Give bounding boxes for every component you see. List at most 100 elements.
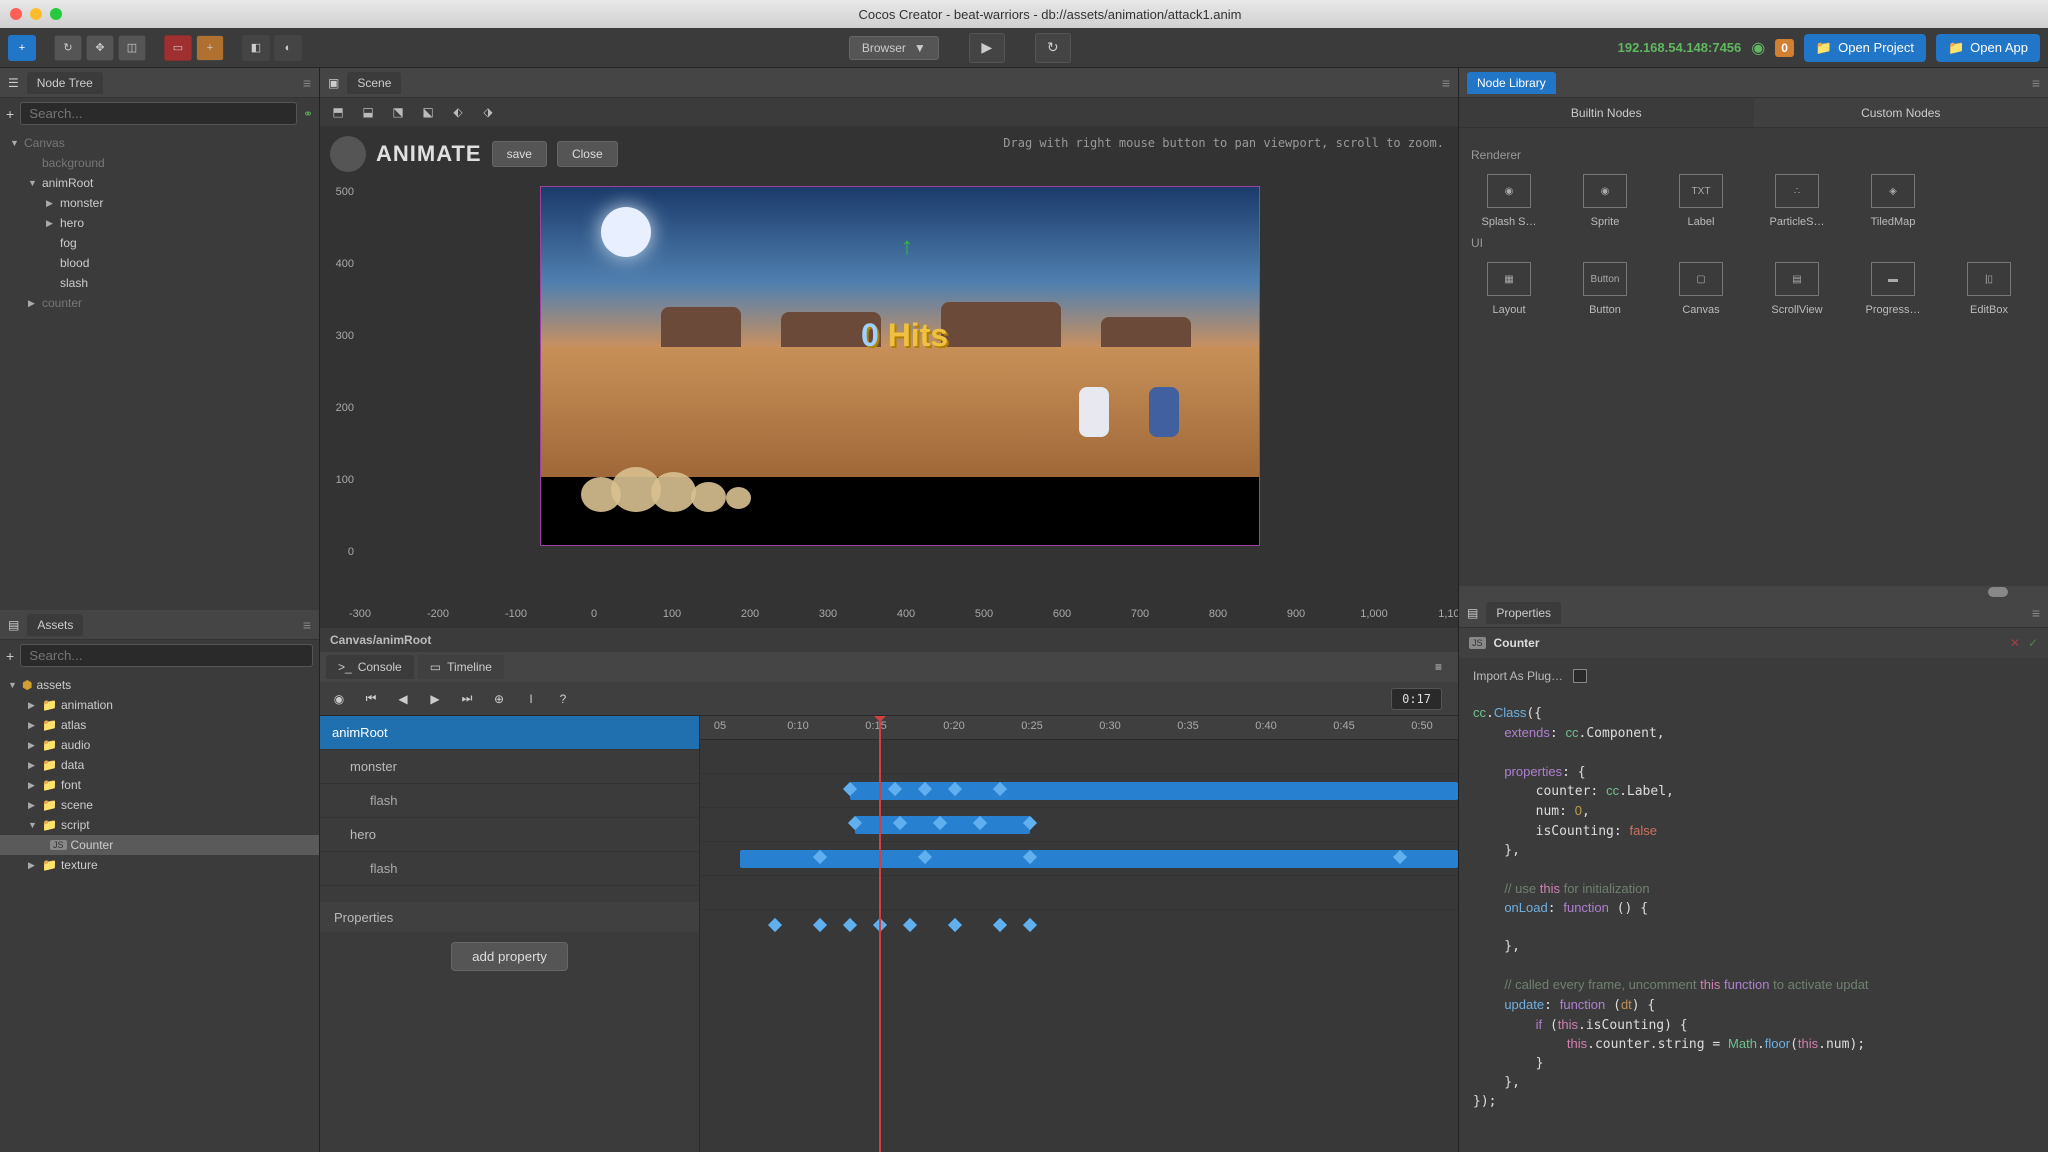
align-top-icon[interactable]: ⬕ xyxy=(416,101,440,123)
folder-audio[interactable]: ▶📁 audio xyxy=(0,735,319,755)
record-button[interactable]: ◉ xyxy=(328,688,350,710)
window-close-button[interactable] xyxy=(10,8,22,20)
notification-badge[interactable]: 0 xyxy=(1775,39,1794,57)
tree-item-background[interactable]: background xyxy=(0,153,319,173)
folder-atlas[interactable]: ▶📁 atlas xyxy=(0,715,319,735)
add-asset-button[interactable]: + xyxy=(6,648,14,664)
tree-item-monster[interactable]: ▶monster xyxy=(0,193,319,213)
add-keyframe-button[interactable]: ⊕ xyxy=(488,688,510,710)
align-bottom-icon[interactable]: ⬗ xyxy=(476,101,500,123)
folder-animation[interactable]: ▶📁 animation xyxy=(0,695,319,715)
help-button[interactable]: ? xyxy=(552,688,574,710)
window-minimize-button[interactable] xyxy=(30,8,42,20)
apply-component-button[interactable]: ✓ xyxy=(2028,636,2038,650)
timeline-play-button[interactable]: ▶ xyxy=(424,688,446,710)
run-target-select[interactable]: Browser ▼ xyxy=(849,36,939,60)
play-button[interactable]: ▶ xyxy=(969,33,1005,63)
node-ParticleS[interactable]: ∴ParticleS… xyxy=(1759,174,1835,228)
tree-item-hero[interactable]: ▶hero xyxy=(0,213,319,233)
add-button[interactable]: + xyxy=(8,35,36,61)
node-TiledMap[interactable]: ◈TiledMap xyxy=(1855,174,1931,228)
track-monster-flash[interactable]: flash xyxy=(320,784,699,818)
prev-frame-button[interactable]: ◀ xyxy=(392,688,414,710)
node-Layout[interactable]: ▦Layout xyxy=(1471,262,1547,316)
tool-rect[interactable]: ▭ xyxy=(164,35,192,61)
panel-menu-icon[interactable]: ≡ xyxy=(2032,605,2040,621)
node-Button[interactable]: ButtonButton xyxy=(1567,262,1643,316)
gizmo-arrow-icon[interactable]: ↑ xyxy=(901,233,913,261)
add-node-button[interactable]: + xyxy=(6,106,14,122)
panel-menu-icon[interactable]: ≡ xyxy=(303,617,311,633)
tool-refresh[interactable]: ↻ xyxy=(54,35,82,61)
playhead[interactable] xyxy=(879,716,881,1152)
node-Canvas[interactable]: ▢Canvas xyxy=(1663,262,1739,316)
track-monster[interactable]: monster xyxy=(320,750,699,784)
builtin-nodes-tab[interactable]: Builtin Nodes xyxy=(1459,98,1754,127)
assets-search[interactable] xyxy=(20,644,313,667)
tool-gizmo-b[interactable]: ◐ xyxy=(274,35,302,61)
assets-tab[interactable]: Assets xyxy=(27,614,83,636)
folder-script[interactable]: ▼📁 script xyxy=(0,815,319,835)
tree-item-animRoot[interactable]: ▼animRoot xyxy=(0,173,319,193)
panel-menu-icon[interactable]: ≡ xyxy=(1435,660,1452,674)
align-hcenter-icon[interactable]: ⬓ xyxy=(356,101,380,123)
tree-item-Canvas[interactable]: ▼Canvas xyxy=(0,133,319,153)
animation-save-button[interactable]: save xyxy=(492,141,547,167)
folder-texture[interactable]: ▶📁 texture xyxy=(0,855,319,875)
folder-font[interactable]: ▶📁 font xyxy=(0,775,319,795)
node-tree-tab[interactable]: Node Tree xyxy=(27,72,103,94)
folder-scene[interactable]: ▶📁 scene xyxy=(0,795,319,815)
assets-tree[interactable]: ▼⬢ assets▶📁 animation▶📁 atlas▶📁 audio▶📁 … xyxy=(0,671,319,1152)
node-ScrollView[interactable]: ▤ScrollView xyxy=(1759,262,1835,316)
animation-close-button[interactable]: Close xyxy=(557,141,618,167)
reload-button[interactable]: ↻ xyxy=(1035,33,1071,63)
tree-item-blood[interactable]: blood xyxy=(0,253,319,273)
scene-viewport[interactable]: ANIMATE save Close Drag with right mouse… xyxy=(320,126,1458,628)
go-start-button[interactable]: ⏮ xyxy=(360,688,382,710)
align-left-icon[interactable]: ⬒ xyxy=(326,101,350,123)
add-property-button[interactable]: add property xyxy=(451,942,568,971)
scene-tab[interactable]: Scene xyxy=(347,72,401,94)
tool-move[interactable]: ✥ xyxy=(86,35,114,61)
custom-nodes-tab[interactable]: Custom Nodes xyxy=(1754,98,2048,127)
tree-item-slash[interactable]: slash xyxy=(0,273,319,293)
align-right-icon[interactable]: ⬔ xyxy=(386,101,410,123)
tool-gizmo-a[interactable]: ◧ xyxy=(242,35,270,61)
timeline-grid[interactable]: 050:100:150:200:250:300:350:400:450:50 xyxy=(700,716,1458,1152)
properties-tab[interactable]: Properties xyxy=(1486,602,1561,624)
node-Sprite[interactable]: ◉Sprite xyxy=(1567,174,1643,228)
node-tree[interactable]: ▼Canvasbackground▼animRoot▶monster▶herof… xyxy=(0,129,319,610)
align-vcenter-icon[interactable]: ⬖ xyxy=(446,101,470,123)
tool-rotate[interactable]: ◫ xyxy=(118,35,146,61)
node-Progress[interactable]: ▬Progress… xyxy=(1855,262,1931,316)
panel-menu-icon[interactable]: ≡ xyxy=(303,75,311,91)
window-maximize-button[interactable] xyxy=(50,8,62,20)
panel-menu-icon[interactable]: ≡ xyxy=(2032,75,2040,91)
track-hero-flash[interactable]: flash xyxy=(320,852,699,886)
open-project-button[interactable]: 📁 Open Project xyxy=(1804,34,1926,62)
event-button[interactable]: I xyxy=(520,688,542,710)
tool-anchor[interactable]: + xyxy=(196,35,224,61)
tree-item-fog[interactable]: fog xyxy=(0,233,319,253)
panel-menu-icon[interactable]: ≡ xyxy=(1442,75,1450,91)
node-EditBox[interactable]: |▯EditBox xyxy=(1951,262,2027,316)
node-Label[interactable]: TXTLabel xyxy=(1663,174,1739,228)
tree-item-counter[interactable]: ▶counter xyxy=(0,293,319,313)
open-app-button[interactable]: 📁 Open App xyxy=(1936,34,2040,62)
folder-data[interactable]: ▶📁 data xyxy=(0,755,319,775)
link-icon[interactable]: ⚭ xyxy=(303,107,313,121)
remove-component-button[interactable]: ✕ xyxy=(2010,636,2020,650)
track-animroot[interactable]: animRoot xyxy=(320,716,699,750)
track-hero[interactable]: hero xyxy=(320,818,699,852)
import-as-plugin-checkbox[interactable] xyxy=(1573,669,1587,683)
node-library-tab[interactable]: Node Library xyxy=(1467,72,1556,94)
node-tree-search[interactable] xyxy=(20,102,297,125)
timeline-tab[interactable]: ▭ Timeline xyxy=(418,655,504,679)
assets-root[interactable]: ▼⬢ assets xyxy=(0,675,319,695)
node-library-scrollbar[interactable] xyxy=(1459,586,2048,598)
next-frame-button[interactable]: ⏭ xyxy=(456,688,478,710)
node-SplashS[interactable]: ◉Splash S… xyxy=(1471,174,1547,228)
code-editor[interactable]: cc.Class({ extends: cc.Component, proper… xyxy=(1459,694,2048,1152)
time-field[interactable]: 0:17 xyxy=(1391,688,1442,710)
file-counter[interactable]: JS Counter xyxy=(0,835,319,855)
